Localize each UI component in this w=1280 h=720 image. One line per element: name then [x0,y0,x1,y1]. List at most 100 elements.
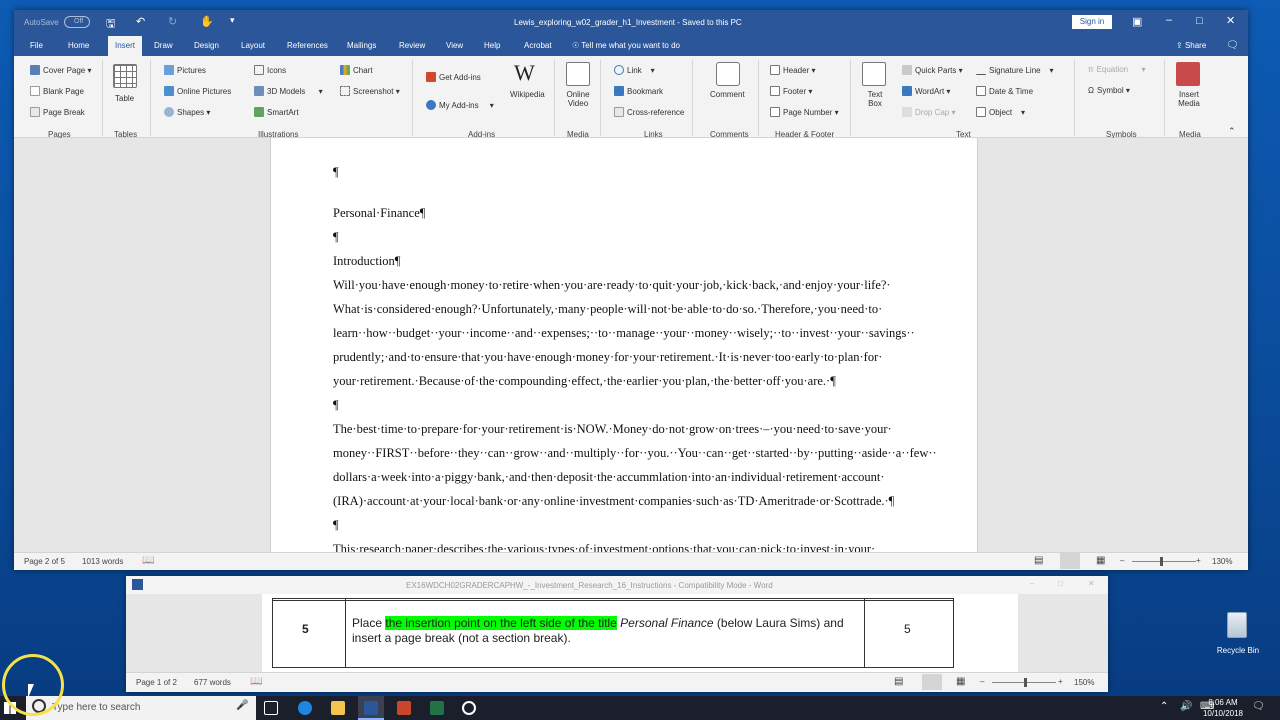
show-hidden-icons[interactable]: ⌃ [1160,701,1168,712]
header-button[interactable]: Header ▾ [770,65,816,75]
tab-draw[interactable]: Draw [154,41,173,50]
word-count[interactable]: 1013 words [82,557,123,566]
date-time-button[interactable]: Date & Time [976,86,1033,96]
blank-page-button[interactable]: Blank Page [30,86,84,96]
read-mode-icon[interactable]: ▤ [1034,555,1043,566]
insert-media-button[interactable]: Insert Media [1177,90,1201,108]
object-button[interactable]: Object ▾ [976,107,1025,117]
taskbar-search-box[interactable]: Type here to search 🎤 [26,696,256,720]
proofing-icon[interactable]: 📖 [142,555,154,566]
zoom-in-icon[interactable]: + [1196,556,1201,565]
undo-icon[interactable]: ↶ [136,15,145,28]
clock-date[interactable]: 10/10/2018 [1199,709,1247,718]
touch-mode-icon[interactable]: ✋ [200,15,214,28]
autosave-toggle[interactable]: Off [64,16,90,28]
maximize-icon[interactable]: □ [1058,579,1063,588]
tab-design[interactable]: Design [194,41,219,50]
web-layout-icon[interactable]: ▦ [956,676,965,687]
zoom-level[interactable]: 130% [1212,557,1232,566]
maximize-icon[interactable]: □ [1196,15,1203,27]
tab-mailings[interactable]: Mailings [347,41,376,50]
cross-reference-button[interactable]: Cross-reference [614,107,684,117]
circle-app-icon[interactable] [462,701,476,715]
symbol-button[interactable]: Ω Symbol ▾ [1088,86,1130,95]
comment-button[interactable]: Comment [710,90,745,99]
tab-home[interactable]: Home [68,41,89,50]
customize-qat-icon[interactable]: ▾ [230,15,235,26]
file-explorer-icon[interactable] [331,701,345,715]
chart-button[interactable]: Chart [340,65,373,75]
excel-taskbar-icon[interactable] [430,701,444,715]
quick-parts-button[interactable]: Quick Parts ▾ [902,65,963,75]
page-number-button[interactable]: Page Number ▾ [770,107,839,117]
page-count-2[interactable]: Page 1 of 2 [136,678,177,687]
get-addins-button[interactable]: Get Add-ins [426,72,481,82]
collapse-ribbon-icon[interactable]: ⌃ [1228,126,1236,137]
tab-review[interactable]: Review [399,41,425,50]
print-layout-button[interactable] [1060,553,1080,569]
3d-models-button[interactable]: 3D Models ▾ [254,86,323,96]
online-pictures-button[interactable]: Online Pictures [164,86,231,96]
zoom-level-2[interactable]: 150% [1074,678,1094,687]
instructions-page[interactable]: 5 Place the insertion point on the left … [262,594,1018,672]
bookmark-button[interactable]: Bookmark [614,86,663,96]
zoom-in-icon[interactable]: + [1058,677,1063,686]
task-view-icon[interactable] [264,701,278,715]
volume-icon[interactable]: 🔊 [1180,701,1192,712]
wikipedia-button[interactable]: Wikipedia [510,90,545,99]
clock-time[interactable]: 8:06 AM [1203,698,1243,707]
tab-insert[interactable]: Insert [108,36,143,56]
cover-page-button[interactable]: Cover Page ▾ [30,65,92,75]
screenshot-button[interactable]: Screenshot ▾ [340,86,400,96]
wordart-button[interactable]: WordArt ▾ [902,86,950,96]
powerpoint-taskbar-icon[interactable] [397,701,411,715]
tab-layout[interactable]: Layout [241,41,265,50]
minimize-icon[interactable]: – [1030,579,1034,588]
microphone-icon[interactable]: 🎤 [236,700,248,711]
word-taskbar-icon[interactable] [364,701,378,715]
tab-help[interactable]: Help [484,41,500,50]
icons-button[interactable]: Icons [254,65,286,75]
zoom-slider-thumb[interactable] [1160,557,1163,566]
pictures-button[interactable]: Pictures [164,65,206,75]
minimize-icon[interactable]: – [1166,14,1172,26]
print-layout-button[interactable] [922,674,942,690]
signature-line-button[interactable]: Signature Line ▾ [976,65,1054,75]
online-video-button[interactable]: Online Video [564,90,592,108]
recycle-bin[interactable]: Recycle Bin [1217,612,1259,660]
tab-file[interactable]: File [30,41,43,50]
save-icon[interactable]: 🖫 [106,15,115,34]
share-button[interactable]: ⇪ Share [1176,41,1206,50]
sign-in-button[interactable]: Sign in [1072,15,1112,29]
footer-button[interactable]: Footer ▾ [770,86,812,96]
document-page[interactable]: ¶ Personal·Finance¶ ¶ Introduction¶ Will… [270,138,978,552]
word-count-2[interactable]: 677 words [194,678,231,687]
shapes-button[interactable]: Shapes ▾ [164,107,210,117]
drop-cap-button[interactable]: Drop Cap ▾ [902,107,956,117]
tab-acrobat[interactable]: Acrobat [524,41,552,50]
read-mode-icon[interactable]: ▤ [894,676,903,687]
equation-button[interactable]: π Equation ▾ [1088,65,1145,74]
link-button[interactable]: Link ▾ [614,65,655,75]
action-center-icon[interactable]: 🗨 [1252,701,1265,712]
my-addins-button[interactable]: My Add-ins ▾ [426,100,494,110]
redo-icon[interactable]: ↻ [168,15,177,28]
tell-me-search[interactable]: ☉ Tell me what you want to do [572,41,680,50]
smartart-button[interactable]: SmartArt [254,107,299,117]
text-box-button[interactable]: Text Box [864,90,886,108]
proofing-icon[interactable]: 📖 [250,676,262,687]
web-layout-icon[interactable]: ▦ [1096,555,1105,566]
close-icon[interactable]: ✕ [1088,579,1095,588]
comments-pane-icon[interactable]: 🗨 [1226,40,1239,51]
tab-view[interactable]: View [446,41,463,50]
edge-browser-icon[interactable] [298,701,312,715]
page-count[interactable]: Page 2 of 5 [24,557,65,566]
tab-references[interactable]: References [287,41,328,50]
zoom-out-icon[interactable]: – [1120,556,1124,565]
zoom-out-icon[interactable]: – [980,677,984,686]
zoom-slider[interactable] [1132,561,1196,562]
close-icon[interactable]: ✕ [1226,14,1235,27]
table-button[interactable]: Table [115,94,134,103]
zoom-slider-thumb[interactable] [1024,678,1027,687]
ribbon-display-options-icon[interactable]: ▣ [1132,15,1142,28]
